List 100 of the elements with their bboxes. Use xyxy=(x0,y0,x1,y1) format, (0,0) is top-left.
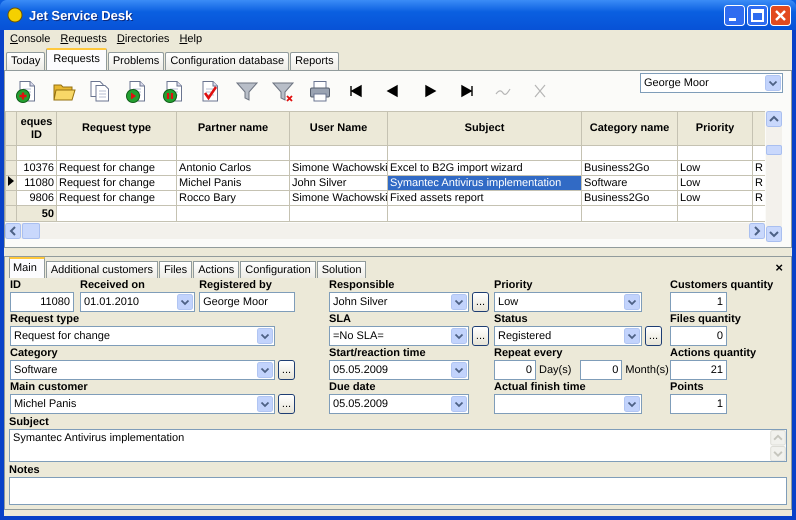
tab[interactable]: Reports xyxy=(290,52,339,70)
field-label: Main customer xyxy=(10,380,89,394)
tab[interactable]: Requests xyxy=(46,48,107,70)
dropdown[interactable]: Low xyxy=(494,292,642,312)
field-label: Priority xyxy=(494,278,534,292)
dropdown[interactable]: John Silver xyxy=(329,292,469,312)
menu-item[interactable]: Directories xyxy=(112,33,176,45)
tab[interactable]: Configuration database xyxy=(165,52,290,70)
dropdown[interactable] xyxy=(494,394,642,414)
table-cell: Business2Go xyxy=(582,160,678,176)
minimize-icon[interactable] xyxy=(724,4,745,26)
scroll-up-icon[interactable] xyxy=(766,111,782,127)
column-header: Request type xyxy=(56,112,176,146)
field-label: Subject xyxy=(9,415,50,429)
ellipsis-button[interactable]: ... xyxy=(472,326,489,346)
user-dropdown[interactable]: George Moor xyxy=(640,73,783,93)
field-label: Due date xyxy=(329,380,376,394)
tab[interactable]: Today xyxy=(6,52,46,70)
field-label: Points xyxy=(670,380,705,394)
current-row-icon xyxy=(8,176,14,186)
scroll-thumb[interactable] xyxy=(766,145,782,155)
close-button[interactable]: × xyxy=(775,260,783,275)
field-label: Request type xyxy=(10,312,80,326)
close-icon[interactable] xyxy=(770,4,791,26)
scroll-down-icon xyxy=(770,446,786,461)
input-field[interactable]: 0 xyxy=(670,326,727,346)
dropdown[interactable]: Registered xyxy=(494,326,642,346)
input-field[interactable]: 11080 xyxy=(10,292,74,312)
maximize-icon[interactable] xyxy=(747,4,768,26)
text-area[interactable]: Symantec Antivirus implementation xyxy=(9,429,787,462)
ellipsis-button[interactable]: ... xyxy=(645,326,662,346)
input-field[interactable]: 21 xyxy=(670,360,727,380)
field-label: Responsible xyxy=(329,278,396,292)
ellipsis-button[interactable]: ... xyxy=(278,360,295,380)
field-label: Files quantity xyxy=(670,312,742,326)
tab[interactable]: Problems xyxy=(108,52,164,70)
table-cell: Antonio Carlos xyxy=(176,160,290,176)
tab[interactable]: Configuration xyxy=(240,261,316,278)
ellipsis-button[interactable]: ... xyxy=(278,394,295,414)
table-cell: Michel Panis xyxy=(176,176,290,190)
unit-label: Day(s) xyxy=(539,364,572,376)
input-field[interactable]: 0 xyxy=(494,360,536,380)
menu-item[interactable]: Console xyxy=(6,33,56,45)
vertical-scrollbar[interactable] xyxy=(766,111,782,242)
dropdown[interactable]: =No SLA= xyxy=(329,326,469,346)
table-cell: Symantec Antivirus implementation xyxy=(388,176,582,190)
field-label: Actions quantity xyxy=(670,346,758,360)
scroll-thumb[interactable] xyxy=(22,223,40,239)
tab[interactable]: Files xyxy=(158,261,192,278)
tab[interactable]: Main xyxy=(9,257,45,278)
table-cell: Low xyxy=(678,160,752,176)
scroll-right-icon[interactable] xyxy=(749,223,765,239)
field-label: Customers quantity xyxy=(670,278,774,292)
horizontal-scrollbar[interactable] xyxy=(5,223,765,239)
field-label: Received on xyxy=(80,278,146,292)
field-label: Notes xyxy=(9,463,41,477)
column-header: User Name xyxy=(290,112,388,146)
menu-item[interactable]: Requests xyxy=(56,33,113,45)
printer-icon[interactable] xyxy=(308,79,332,103)
table-cell: Request for change xyxy=(56,160,176,176)
field-label: Start/reaction time xyxy=(329,346,427,360)
field-label: Status xyxy=(494,312,529,326)
dropdown[interactable]: Software xyxy=(10,360,275,380)
dropdown[interactable]: Michel Panis xyxy=(10,394,275,414)
field-label: Category xyxy=(10,346,59,360)
field-label: Registered by xyxy=(199,278,273,292)
table-cell: John Silver xyxy=(290,176,388,190)
field-label: Actual finish time xyxy=(494,380,587,394)
column-header: Category name xyxy=(582,112,678,146)
menu-item[interactable]: Help xyxy=(175,33,208,45)
field-label: Repeat every xyxy=(494,346,564,360)
ellipsis-button[interactable]: ... xyxy=(472,292,489,312)
dropdown[interactable]: 05.05.2009 xyxy=(329,360,469,380)
input-field[interactable]: George Moor xyxy=(199,292,295,312)
input-field[interactable]: 1 xyxy=(670,292,727,312)
input-field[interactable]: 1 xyxy=(670,394,727,414)
table-cell: 10376 xyxy=(16,160,56,176)
dropdown[interactable]: 05.05.2009 xyxy=(329,394,469,414)
tab[interactable]: Solution xyxy=(316,261,366,278)
table-cell: Request for change xyxy=(56,176,176,190)
table-cell: Simone Wachowski xyxy=(290,160,388,176)
scroll-down-icon[interactable] xyxy=(766,226,782,242)
scroll-left-icon[interactable] xyxy=(5,223,21,239)
column-header: Priority xyxy=(678,112,752,146)
dropdown[interactable]: Request for change xyxy=(10,326,275,346)
table-cell: Software xyxy=(582,176,678,190)
app-icon xyxy=(7,7,23,23)
scroll-up-icon xyxy=(770,430,786,446)
text-area[interactable] xyxy=(9,477,787,505)
window-title: Jet Service Desk xyxy=(29,8,134,22)
column-header: Subject xyxy=(388,112,582,146)
tab[interactable]: Actions xyxy=(193,261,240,278)
field-label: ID xyxy=(10,278,22,292)
row-count: 50 xyxy=(16,206,56,222)
unit-label: Month(s) xyxy=(625,364,669,376)
column-header: Partner name xyxy=(176,112,290,146)
input-field[interactable]: 0 xyxy=(580,360,622,380)
tab[interactable]: Additional customers xyxy=(46,261,158,278)
table-cell: Low xyxy=(678,176,752,190)
dropdown[interactable]: 01.01.2010 xyxy=(80,292,196,312)
